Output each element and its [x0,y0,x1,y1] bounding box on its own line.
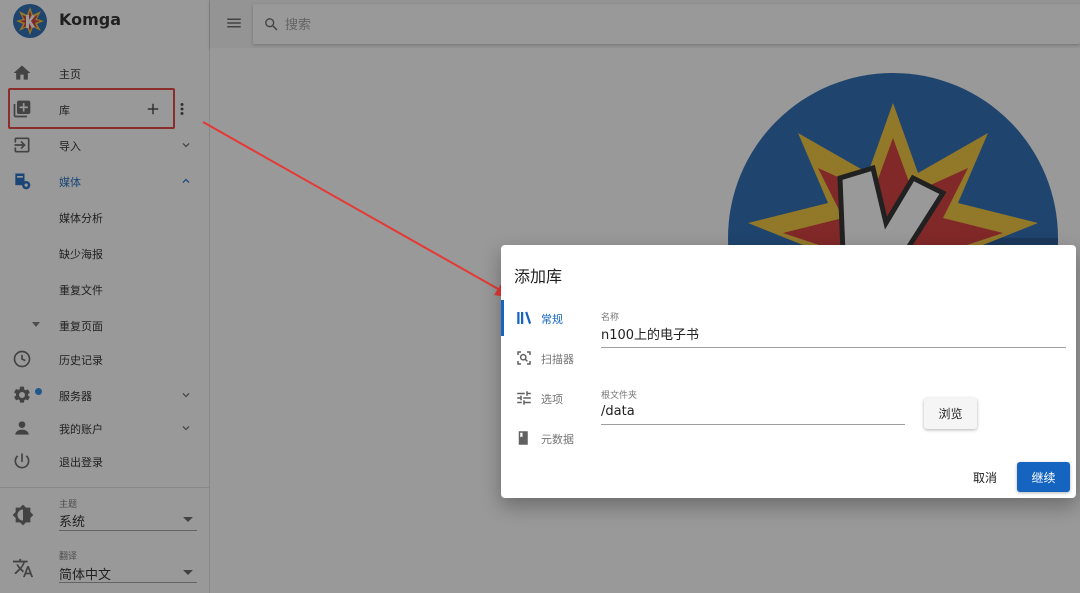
cancel-button[interactable]: 取消 [963,462,1007,492]
library-name-input[interactable] [601,322,1066,344]
root-folder-field[interactable]: 根文件夹 [601,388,905,426]
library-name-underline [601,347,1066,348]
root-folder-input[interactable] [601,400,905,422]
tab-label-options: 选项 [541,393,563,406]
tab-options[interactable]: 选项 [501,380,593,416]
metadata-icon [518,431,528,445]
books-icon [517,311,532,324]
continue-button[interactable]: 继续 [1017,462,1070,492]
dialog-title: 添加库 [514,267,563,286]
scanner-icon [517,351,531,365]
tab-label-metadata: 元数据 [541,433,574,446]
tab-metadata[interactable]: 元数据 [501,420,593,456]
tab-label-general: 常规 [541,313,563,326]
tab-general[interactable]: 常规 [501,300,593,336]
library-name-field[interactable]: 名称 [601,310,1066,348]
tab-scanner[interactable]: 扫描器 [501,340,593,376]
tune-icon [517,391,531,405]
add-library-dialog: 添加库 常规 扫描器 选项 元数据 名称 根文件夹 浏览 取消 继续 [501,245,1076,498]
tab-active-indicator [501,300,504,336]
root-folder-underline [601,424,905,425]
browse-button[interactable]: 浏览 [924,398,977,429]
tab-label-scanner: 扫描器 [541,353,574,366]
